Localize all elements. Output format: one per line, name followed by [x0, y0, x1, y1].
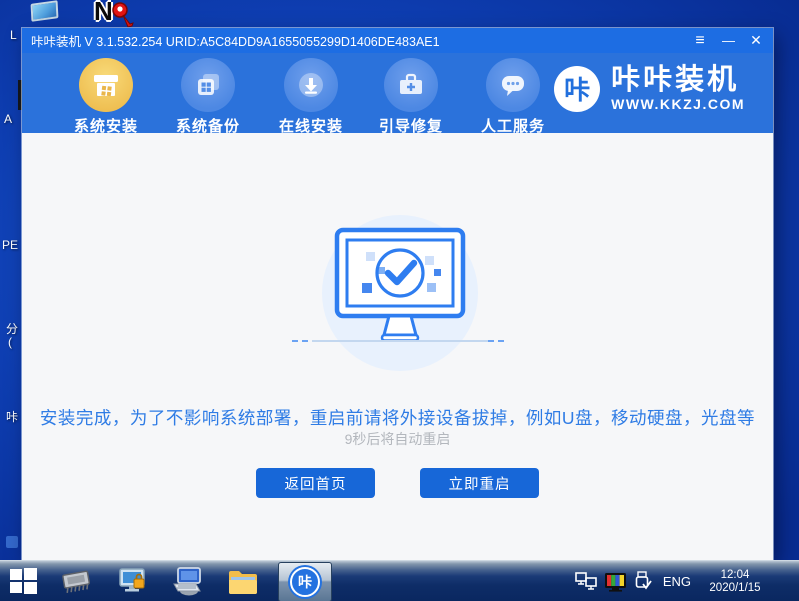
taskbar-file-explorer-icon[interactable] — [226, 561, 260, 601]
ground-line — [292, 340, 508, 342]
install-complete-message: 安装完成，为了不影响系统部署，重启前请将外接设备拔掉，例如U盘，移动硬盘，光盘等 — [22, 405, 773, 430]
nav-item-boot-repair[interactable]: 引导修复 — [361, 58, 461, 136]
usb-eject-icon[interactable] — [634, 571, 652, 592]
desktop-icon-label-fragment: A — [4, 112, 12, 126]
windows-logo-icon — [10, 568, 37, 595]
nav-bar: 系统安装 系统备份 — [22, 53, 773, 133]
home-button[interactable]: 返回首页 — [256, 468, 375, 498]
backup-icon — [181, 58, 235, 112]
red-key-icon — [110, 2, 136, 28]
taskbar: 咔 — [0, 560, 799, 601]
taskbar-kaka-app-button[interactable]: 咔 — [278, 562, 332, 601]
kaka-installer-window: 咔咔装机 V 3.1.532.254 URID:A5C84DD9A1655055… — [22, 28, 773, 560]
titlebar[interactable]: 咔咔装机 V 3.1.532.254 URID:A5C84DD9A1655055… — [22, 28, 773, 53]
kaka-logo-icon: 咔 — [554, 66, 600, 112]
close-icon[interactable]: ✕ — [747, 28, 765, 53]
monitor-check-illustration — [330, 226, 470, 344]
toolbox-icon — [384, 58, 438, 112]
download-icon — [284, 58, 338, 112]
nav-item-online-install[interactable]: 在线安装 — [261, 58, 361, 136]
desktop-icon-label-fragment: PE — [2, 238, 18, 252]
tray-time: 12:04 — [699, 569, 771, 582]
start-button[interactable] — [6, 561, 40, 601]
nav-item-support[interactable]: 人工服务 — [463, 58, 563, 136]
window-controls: ≡ — ✕ — [691, 28, 765, 53]
nav-item-system-install[interactable]: 系统安装 — [56, 58, 156, 136]
nav-item-system-backup[interactable]: 系统备份 — [158, 58, 258, 136]
language-indicator[interactable]: ENG — [663, 574, 691, 589]
network-icon[interactable] — [575, 572, 597, 591]
brand-logo: 咔 咔咔装机 WWW.KKZJ.COM — [554, 65, 745, 112]
content-area: 安装完成，为了不影响系统部署，重启前请将外接设备拔掉，例如U盘，移动硬盘，光盘等… — [22, 133, 773, 560]
display-color-icon[interactable] — [604, 572, 627, 592]
brand-name: 咔咔装机 — [611, 65, 745, 95]
taskbar-remote-desktop-icon[interactable] — [170, 561, 206, 601]
window-title: 咔咔装机 V 3.1.532.254 URID:A5C84DD9A1655055… — [31, 31, 440, 50]
tray-date: 2020/1/15 — [699, 582, 771, 595]
kaka-app-icon: 咔 — [290, 567, 320, 597]
restart-countdown: 9秒后将自动重启 — [22, 429, 773, 449]
taskbar-memory-chip-icon[interactable] — [60, 561, 94, 601]
desktop-icon-label-fragment: 咔 — [6, 408, 18, 425]
desktop-icon-label-fragment: ( — [8, 335, 12, 349]
minimize-icon[interactable]: — — [719, 28, 737, 53]
desktop: N L A PE 分 ( 咔 咔咔装机 V 3.1.532.254 URID:A… — [0, 0, 799, 601]
desktop-icon-label-fragment: L — [10, 28, 17, 42]
brand-website: WWW.KKZJ.COM — [611, 96, 745, 112]
system-tray: ENG 12:04 2020/1/15 — [575, 561, 799, 601]
restart-button[interactable]: 立即重启 — [420, 468, 539, 498]
clock[interactable]: 12:04 2020/1/15 — [699, 569, 771, 595]
menu-icon[interactable]: ≡ — [691, 28, 709, 53]
action-buttons: 返回首页 立即重启 — [22, 468, 773, 498]
desktop-icon-fragment — [6, 536, 18, 548]
install-box-icon — [79, 58, 133, 112]
desktop-monitor-icon[interactable] — [31, 0, 59, 22]
desktop-password-key-icon[interactable]: N — [94, 0, 140, 28]
taskbar-display-settings-icon[interactable] — [116, 561, 150, 601]
chat-bubble-icon — [486, 58, 540, 112]
